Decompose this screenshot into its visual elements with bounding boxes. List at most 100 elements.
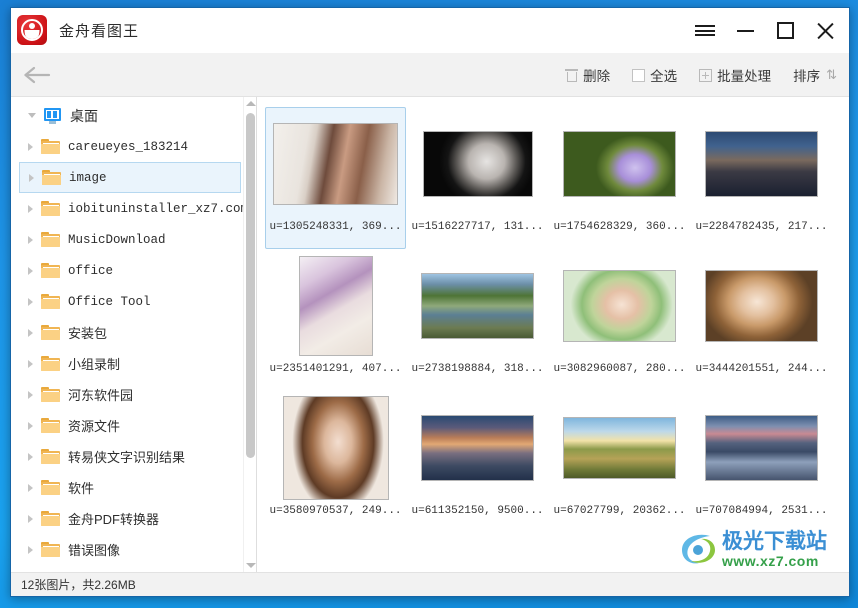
close-icon[interactable] xyxy=(805,8,845,53)
sidebar-item-folder-10[interactable]: 转易侠文字识别结果 xyxy=(11,441,243,472)
thumbnail-item[interactable]: u=1754628329, 360... xyxy=(549,107,690,249)
thumbnail-caption: u=3444201551, 244... xyxy=(695,363,828,375)
sidebar-item-label: 错误图像 xyxy=(68,543,121,558)
thumbnail-image-wrap xyxy=(412,396,543,499)
folder-icon xyxy=(41,232,60,247)
status-bar: 12张图片，共2.26MB xyxy=(11,572,849,596)
sidebar-item-folder-6[interactable]: 安装包 xyxy=(11,317,243,348)
sidebar-item-folder-11[interactable]: 软件 xyxy=(11,472,243,503)
thumbnail-item[interactable]: u=3444201551, 244... xyxy=(691,249,832,391)
sidebar-item-label: MusicDownload xyxy=(68,232,166,247)
scroll-down-arrow-icon[interactable] xyxy=(244,559,256,572)
status-text: 12张图片，共2.26MB xyxy=(21,578,136,592)
title-bar: 金舟看图王 xyxy=(11,8,849,53)
chevron-right-icon[interactable] xyxy=(19,142,41,151)
thumbnail-item[interactable]: u=1516227717, 131... xyxy=(407,107,548,249)
chevron-right-icon[interactable] xyxy=(19,328,41,337)
sidebar-item-folder-8[interactable]: 河东软件园 xyxy=(11,379,243,410)
thumbnail-item[interactable]: u=67027799, 20362... xyxy=(549,391,690,533)
maximize-icon[interactable] xyxy=(765,8,805,53)
folder-icon xyxy=(41,263,60,278)
sidebar-item-careueyes_183214[interactable]: careueyes_183214 xyxy=(11,131,243,162)
batch-process-button[interactable]: 批量处理 xyxy=(697,62,773,88)
sidebar-item-label: Office Tool xyxy=(68,294,151,309)
thumbnail-image-wrap xyxy=(412,254,543,357)
thumbnail-image-wrap xyxy=(270,395,401,500)
thumbnail-caption: u=2284782435, 217... xyxy=(695,221,828,233)
thumbnail-caption: u=1305248331, 369... xyxy=(269,221,402,233)
thumbnail-image xyxy=(421,414,534,481)
thumbnail-panel: u=1305248331, 369... u=1516227717, 131...… xyxy=(257,97,849,572)
thumbnail-item[interactable]: u=2284782435, 217... xyxy=(691,107,832,249)
folder-icon xyxy=(41,480,60,495)
chevron-right-icon[interactable] xyxy=(19,452,41,461)
sidebar-item-OfficeTool[interactable]: Office Tool xyxy=(11,286,243,317)
thumbnail-image xyxy=(563,130,676,197)
chevron-right-icon[interactable] xyxy=(19,545,41,554)
thumbnail-image xyxy=(705,269,818,342)
thumbnail-image xyxy=(421,272,534,339)
thumbnail-caption: u=707084994, 2531... xyxy=(695,505,828,517)
thumbnail-caption: u=2351401291, 407... xyxy=(269,363,402,375)
thumbnail-caption: u=2738198884, 318... xyxy=(411,363,544,375)
menu-hamburger-icon[interactable] xyxy=(685,8,725,53)
sidebar-item-partial[interactable] xyxy=(11,565,243,572)
minimize-icon[interactable] xyxy=(725,8,765,53)
thumbnail-caption: u=3082960087, 280... xyxy=(553,363,686,375)
thumbnail-image-wrap xyxy=(412,112,543,215)
select-all-button[interactable]: 全选 xyxy=(630,62,679,88)
thumbnail-image-wrap xyxy=(554,396,685,499)
delete-button[interactable]: 删除 xyxy=(563,62,612,88)
thumbnail-item[interactable]: u=3580970537, 249... xyxy=(265,391,406,533)
folder-icon xyxy=(41,449,60,464)
chevron-right-icon[interactable] xyxy=(20,173,42,182)
chevron-right-icon[interactable] xyxy=(19,297,41,306)
sidebar-item-label: 软件 xyxy=(68,481,95,496)
thumbnail-image xyxy=(563,269,676,342)
scrollbar-thumb[interactable] xyxy=(246,113,255,458)
sidebar-item-folder-13[interactable]: 错误图像 xyxy=(11,534,243,565)
thumbnail-item[interactable]: u=1305248331, 369... xyxy=(265,107,406,249)
thumbnail-image-wrap xyxy=(554,254,685,357)
back-arrow-icon[interactable] xyxy=(11,53,63,97)
desktop-background: 金舟看图王 删除 全选 批量处理 排序 ⇅ 桌面 careueyes_18321… xyxy=(0,0,858,608)
sort-updown-icon: ⇅ xyxy=(826,67,837,82)
sort-button[interactable]: 排序 ⇅ xyxy=(791,62,839,88)
folder-icon xyxy=(41,139,60,154)
folder-sidebar: 桌面 careueyes_183214 image iobituninstaller_… xyxy=(11,97,257,572)
sidebar-item-folder-9[interactable]: 资源文件 xyxy=(11,410,243,441)
chevron-right-icon[interactable] xyxy=(19,483,41,492)
checkbox-icon[interactable] xyxy=(632,68,646,82)
sidebar-item-iobituninstaller_xz7com[interactable]: iobituninstaller_xz7.com xyxy=(11,193,243,224)
batch-plus-icon xyxy=(699,68,713,82)
chevron-right-icon[interactable] xyxy=(19,390,41,399)
sidebar-item-folder-7[interactable]: 小组录制 xyxy=(11,348,243,379)
scroll-up-arrow-icon[interactable] xyxy=(244,97,256,110)
chevron-right-icon[interactable] xyxy=(19,235,41,244)
delete-label: 删除 xyxy=(583,69,611,84)
chevron-right-icon[interactable] xyxy=(19,421,41,430)
sidebar-item-MusicDownload[interactable]: MusicDownload xyxy=(11,224,243,255)
tree-root-desktop[interactable]: 桌面 xyxy=(11,100,243,131)
thumbnail-image xyxy=(298,255,373,356)
sidebar-item-image[interactable]: image xyxy=(19,162,241,193)
chevron-right-icon[interactable] xyxy=(19,514,41,523)
thumbnail-item[interactable]: u=3082960087, 280... xyxy=(549,249,690,391)
folder-icon xyxy=(41,418,60,433)
chevron-down-icon[interactable] xyxy=(21,113,43,118)
sidebar-scrollbar[interactable] xyxy=(243,97,256,572)
chevron-right-icon[interactable] xyxy=(19,359,41,368)
toolbar-actions: 删除 全选 批量处理 排序 ⇅ xyxy=(563,53,839,97)
thumbnail-item[interactable]: u=2738198884, 318... xyxy=(407,249,548,391)
chevron-right-icon[interactable] xyxy=(19,204,41,213)
thumbnail-caption: u=3580970537, 249... xyxy=(269,505,402,517)
thumbnail-caption: u=611352150, 9500... xyxy=(411,505,544,517)
sidebar-item-office[interactable]: office xyxy=(11,255,243,286)
chevron-right-icon[interactable] xyxy=(19,266,41,275)
thumbnail-item[interactable]: u=611352150, 9500... xyxy=(407,391,548,533)
thumbnail-caption: u=67027799, 20362... xyxy=(553,505,686,517)
thumbnail-item[interactable]: u=707084994, 2531... xyxy=(691,391,832,533)
thumbnail-image xyxy=(422,130,533,197)
thumbnail-item[interactable]: u=2351401291, 407... xyxy=(265,249,406,391)
sidebar-item-PDF[interactable]: 金舟PDF转换器 xyxy=(11,503,243,534)
